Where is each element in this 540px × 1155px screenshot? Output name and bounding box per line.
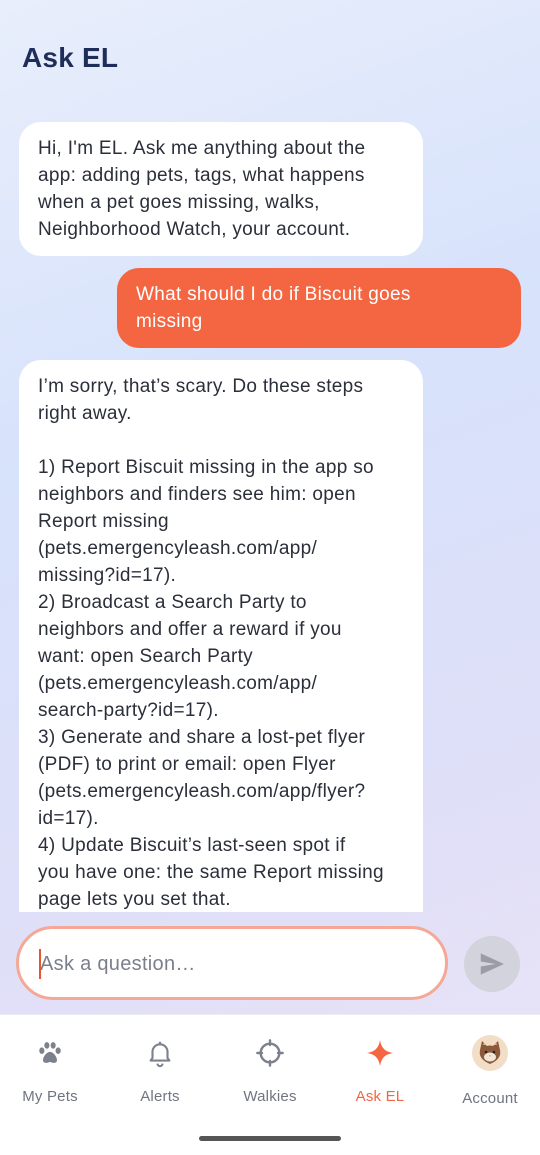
question-input-container[interactable]	[16, 926, 448, 1000]
bottom-tab-bar: My Pets Alerts Walkies Ask EL Account	[0, 1014, 540, 1155]
user-message: What should I do if Biscuit goes missing	[117, 268, 521, 348]
assistant-message: Hi, I'm EL. Ask me anything about the ap…	[19, 122, 423, 256]
cat-avatar-icon	[472, 1035, 508, 1071]
tab-label: Ask EL	[355, 1088, 405, 1105]
bell-icon	[149, 1041, 171, 1068]
tab-label: Alerts	[140, 1088, 180, 1105]
tab-ask-el[interactable]: Ask EL	[326, 1033, 434, 1123]
assistant-message: I’m sorry, that’s scary. Do these steps …	[19, 360, 423, 912]
tab-alerts[interactable]: Alerts	[106, 1033, 214, 1123]
tab-label: Walkies	[243, 1088, 297, 1105]
paw-icon	[39, 1042, 61, 1063]
tab-label: My Pets	[22, 1088, 78, 1105]
tab-walkies[interactable]: Walkies	[216, 1033, 324, 1123]
home-indicator[interactable]	[199, 1136, 341, 1141]
question-input[interactable]	[38, 941, 422, 987]
tab-my-pets[interactable]: My Pets	[0, 1033, 104, 1123]
send-button[interactable]	[464, 936, 520, 992]
sparkle-icon	[366, 1039, 394, 1067]
chat-thread[interactable]: Hi, I'm EL. Ask me anything about the ap…	[0, 110, 540, 912]
tab-label: Account	[462, 1090, 518, 1107]
page-title: Ask EL	[22, 42, 119, 73]
crosshair-icon	[256, 1039, 284, 1067]
send-icon	[480, 953, 504, 975]
tab-account[interactable]: Account	[436, 1033, 540, 1123]
